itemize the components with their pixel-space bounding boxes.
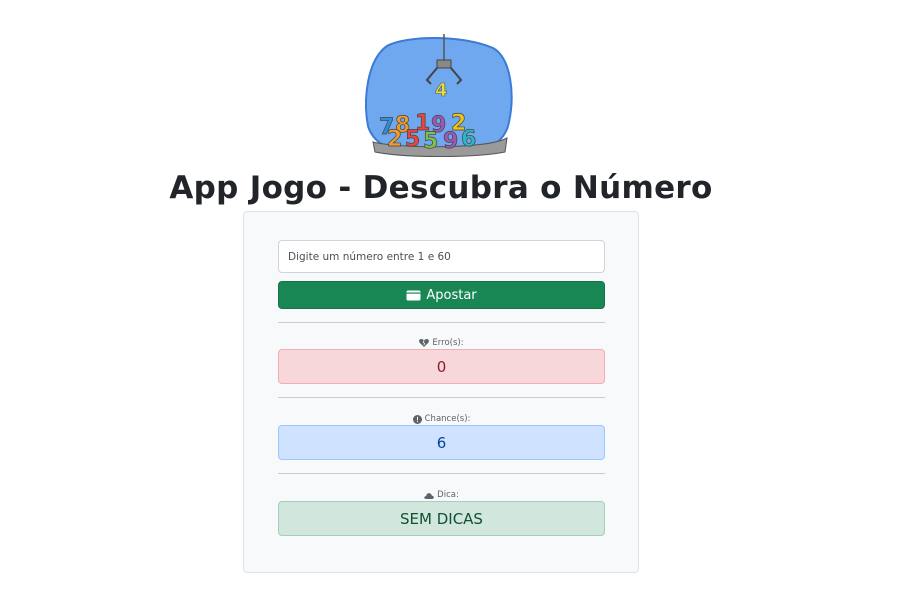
- game-card: Apostar Erro(s): 0 Chance(s): 6: [243, 211, 639, 573]
- chances-label-text: Chance(s):: [424, 414, 471, 424]
- bet-button-label: Apostar: [426, 287, 477, 303]
- exclamation-circle-icon: [412, 414, 422, 424]
- errors-label-text: Erro(s):: [432, 338, 464, 348]
- bet-button[interactable]: Apostar: [278, 281, 605, 309]
- logo-digit: 5: [423, 129, 438, 154]
- app-page: 4 7 8 1 9 2 2 5 5 9 6 App Jogo - Descubr…: [0, 0, 900, 600]
- logo-digit: 4: [435, 80, 448, 101]
- page-title: App Jogo - Descubra o Número: [169, 170, 713, 206]
- divider: [278, 397, 605, 398]
- heartbreak-icon: [419, 339, 430, 347]
- guess-number-input[interactable]: [278, 240, 605, 273]
- divider: [278, 322, 605, 323]
- logo-digit: 6: [461, 127, 476, 152]
- divider: [278, 473, 605, 474]
- logo-digit: 2: [387, 127, 402, 152]
- wallet-icon: [406, 290, 421, 300]
- hint-box: SEM DICAS: [278, 501, 605, 536]
- logo-digit: 5: [405, 127, 420, 152]
- chances-label: Chance(s):: [278, 414, 605, 424]
- chances-count-box: 6: [278, 425, 605, 460]
- cloud-icon: [424, 492, 435, 499]
- hint-label: Dica:: [278, 490, 605, 500]
- claw-machine-numbers-logo: 4 7 8 1 9 2 2 5 5 9 6: [365, 34, 513, 157]
- errors-label: Erro(s):: [278, 338, 605, 348]
- errors-count: 0: [436, 357, 447, 376]
- hint-text: SEM DICAS: [400, 509, 483, 528]
- hint-label-text: Dica:: [437, 490, 459, 500]
- logo-digit: 9: [443, 129, 458, 154]
- chances-count: 6: [436, 433, 447, 452]
- errors-count-box: 0: [278, 349, 605, 384]
